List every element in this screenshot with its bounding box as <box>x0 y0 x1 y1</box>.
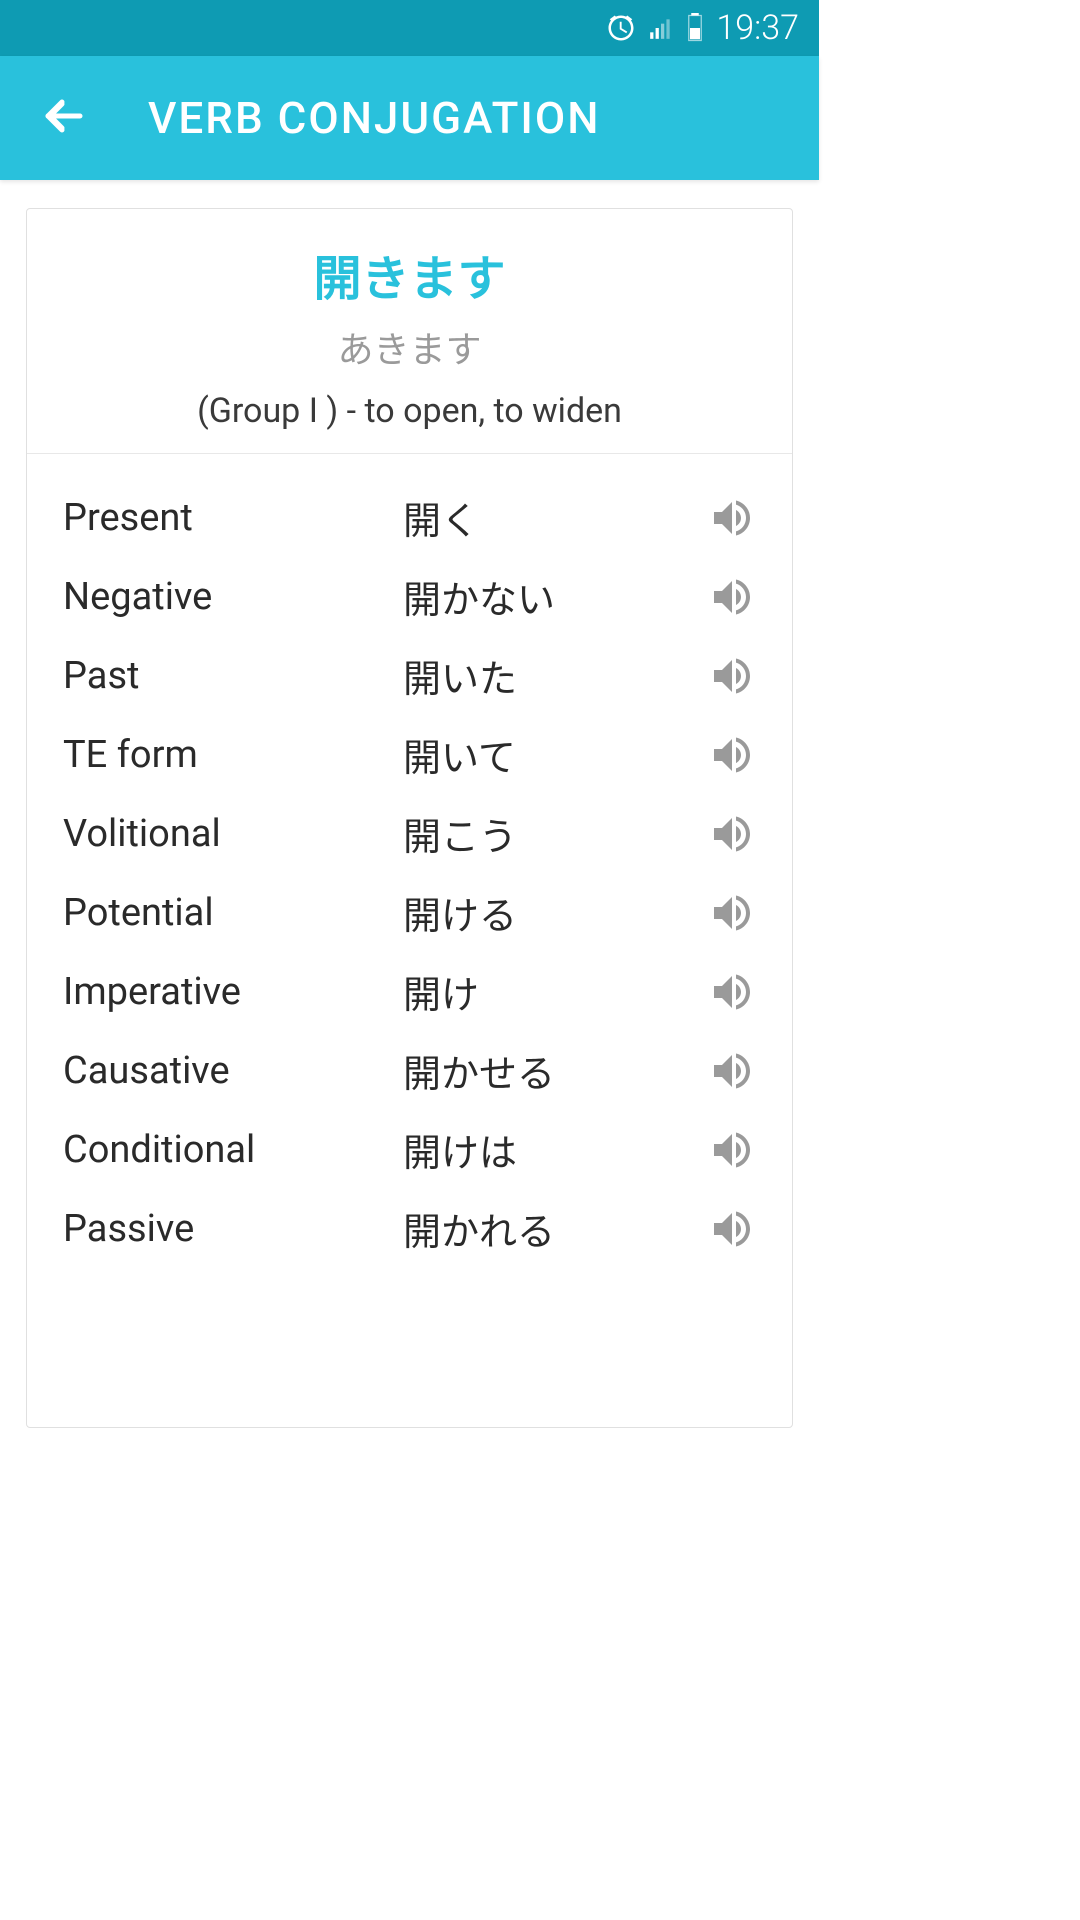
conj-value: 開いた <box>403 648 708 703</box>
conj-label: Volitional <box>63 812 403 856</box>
conjugation-row-passive: Passive 開かれる <box>63 1201 756 1256</box>
conj-value: 開いて <box>403 727 708 782</box>
speaker-icon[interactable] <box>708 1047 756 1095</box>
conj-value: 開こう <box>403 806 708 861</box>
speaker-icon[interactable] <box>708 652 756 700</box>
conj-label: Potential <box>63 891 403 935</box>
verb-main: 開きます <box>47 239 772 309</box>
conj-value: 開かれる <box>403 1201 708 1256</box>
conj-label: Causative <box>63 1049 403 1093</box>
speaker-icon[interactable] <box>708 494 756 542</box>
conj-value: 開かない <box>403 569 708 624</box>
alarm-icon <box>606 13 636 43</box>
back-button[interactable] <box>40 92 88 144</box>
speaker-icon[interactable] <box>708 731 756 779</box>
status-icons: 19:37 <box>606 8 799 48</box>
content-area: 開きます あきます (Group I ) - to open, to widen… <box>0 180 819 1456</box>
conj-label: Imperative <box>63 970 403 1014</box>
verb-description: (Group I ) - to open, to widen <box>47 391 772 431</box>
speaker-icon[interactable] <box>708 1205 756 1253</box>
conj-value: 開かせる <box>403 1043 708 1098</box>
speaker-icon[interactable] <box>708 573 756 621</box>
speaker-icon[interactable] <box>708 968 756 1016</box>
conjugation-row-causative: Causative 開かせる <box>63 1043 756 1098</box>
conjugation-list: Present 開く Negative 開かない Past 開いた <box>27 454 792 1300</box>
app-bar: VERB CONJUGATION <box>0 56 819 180</box>
conjugation-row-imperative: Imperative 開け <box>63 964 756 1019</box>
conj-label: Present <box>63 496 403 540</box>
conjugation-row-present: Present 開く <box>63 490 756 545</box>
speaker-icon[interactable] <box>708 810 756 858</box>
conjugation-row-negative: Negative 開かない <box>63 569 756 624</box>
conjugation-row-past: Past 開いた <box>63 648 756 703</box>
conj-label: Passive <box>63 1207 403 1251</box>
conj-label: TE form <box>63 733 403 777</box>
status-bar: 19:37 <box>0 0 819 56</box>
conjugation-row-te-form: TE form 開いて <box>63 727 756 782</box>
conj-value: 開ける <box>403 885 708 940</box>
conj-label: Conditional <box>63 1128 403 1172</box>
conjugation-row-conditional: Conditional 開けは <box>63 1122 756 1177</box>
conj-label: Negative <box>63 575 403 619</box>
signal-icon <box>648 15 674 41</box>
conj-label: Past <box>63 654 403 698</box>
verb-card: 開きます あきます (Group I ) - to open, to widen… <box>26 208 793 1428</box>
conj-value: 開けは <box>403 1122 708 1177</box>
verb-header: 開きます あきます (Group I ) - to open, to widen <box>27 209 792 454</box>
status-time: 19:37 <box>716 8 799 48</box>
conj-value: 開く <box>403 490 708 545</box>
verb-reading: あきます <box>47 321 772 373</box>
conj-value: 開け <box>403 964 708 1019</box>
conjugation-row-potential: Potential 開ける <box>63 885 756 940</box>
battery-icon <box>686 13 704 43</box>
conjugation-row-volitional: Volitional 開こう <box>63 806 756 861</box>
speaker-icon[interactable] <box>708 1126 756 1174</box>
speaker-icon[interactable] <box>708 889 756 937</box>
page-title: VERB CONJUGATION <box>148 92 600 144</box>
